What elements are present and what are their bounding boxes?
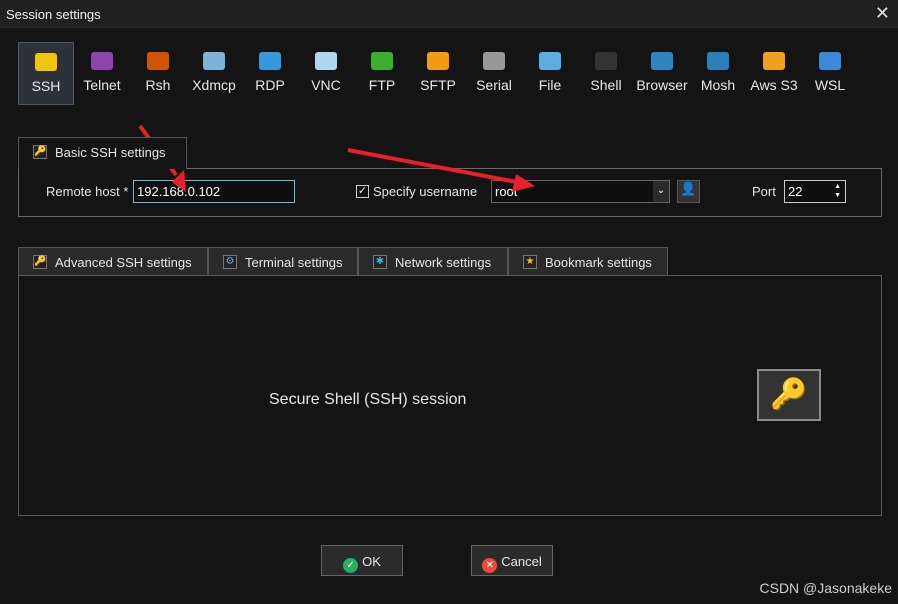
tab-label: Basic SSH settings — [55, 145, 166, 160]
red-arrow-username — [347, 148, 523, 185]
red-arrowhead — [512, 174, 535, 192]
annotation-arrows — [138, 124, 535, 192]
tab-basic-ssh-settings[interactable]: 🔑 Basic SSH settings — [18, 137, 187, 169]
key-icon: 🔑 — [33, 145, 47, 159]
